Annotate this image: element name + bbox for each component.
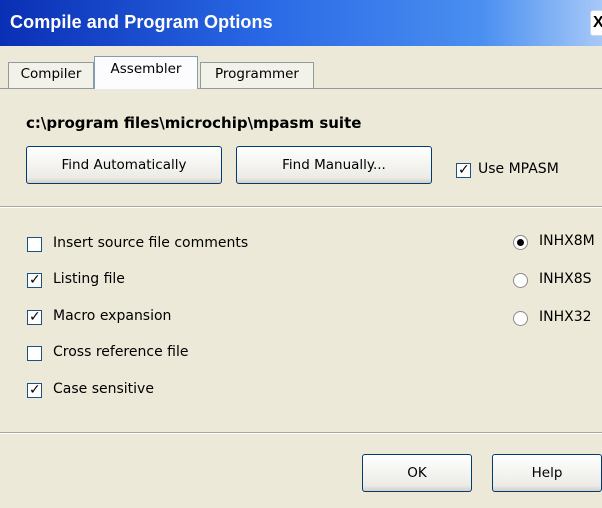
cross-reference-checkbox[interactable] [27, 346, 42, 361]
close-icon: X [593, 14, 602, 31]
cross-reference-label[interactable]: Cross reference file [53, 344, 188, 360]
macro-expansion-checkbox[interactable]: ✓ [27, 309, 42, 325]
find-automatically-button[interactable]: Find Automatically [26, 146, 222, 184]
find-manually-button[interactable]: Find Manually... [236, 146, 432, 184]
macro-expansion-label[interactable]: Macro expansion [53, 308, 171, 324]
case-sensitive-check-icon: ✓ [29, 382, 41, 398]
tab-compiler-label: Compiler [20, 66, 82, 82]
ok-button[interactable]: OK [362, 454, 472, 492]
radio-selected-dot-icon [517, 239, 524, 246]
use-mpasm-check-icon: ✓ [458, 162, 470, 178]
insert-source-comments-label[interactable]: Insert source file comments [53, 235, 248, 251]
listing-file-label[interactable]: Listing file [53, 271, 125, 287]
insert-source-comments-checkbox[interactable] [27, 237, 42, 252]
title-bar[interactable]: Compile and Program Options X [0, 0, 602, 46]
case-sensitive-label[interactable]: Case sensitive [53, 381, 154, 397]
tab-compiler[interactable]: Compiler [8, 62, 94, 88]
tab-programmer[interactable]: Programmer [200, 62, 314, 88]
compile-options-dialog: Compile and Program Options X Compiler A… [0, 0, 602, 508]
tab-divider [0, 88, 602, 89]
tab-programmer-label: Programmer [215, 66, 299, 82]
inhx8m-label[interactable]: INHX8M [539, 233, 595, 249]
inhx32-label[interactable]: INHX32 [539, 309, 592, 325]
window-title: Compile and Program Options [10, 12, 273, 32]
tab-strip: Compiler Assembler Programmer [0, 54, 602, 90]
tab-assembler[interactable]: Assembler [94, 56, 198, 89]
case-sensitive-checkbox[interactable]: ✓ [27, 382, 42, 398]
mpasm-path: c:\program files\microchip\mpasm suite [26, 114, 362, 132]
separator-top [0, 206, 602, 208]
use-mpasm-checkbox[interactable]: ✓ [456, 162, 471, 178]
use-mpasm-label[interactable]: Use MPASM [478, 161, 559, 177]
separator-bottom [0, 432, 602, 434]
help-button[interactable]: Help [492, 454, 602, 492]
macro-expansion-check-icon: ✓ [29, 309, 41, 325]
tab-assembler-label: Assembler [110, 61, 182, 77]
inhx32-radio[interactable] [513, 311, 528, 326]
close-button[interactable]: X [590, 10, 602, 36]
inhx8s-radio[interactable] [513, 273, 528, 288]
inhx8s-label[interactable]: INHX8S [539, 271, 592, 287]
inhx8m-radio[interactable] [513, 235, 528, 250]
listing-file-check-icon: ✓ [29, 272, 41, 288]
listing-file-checkbox[interactable]: ✓ [27, 272, 42, 288]
